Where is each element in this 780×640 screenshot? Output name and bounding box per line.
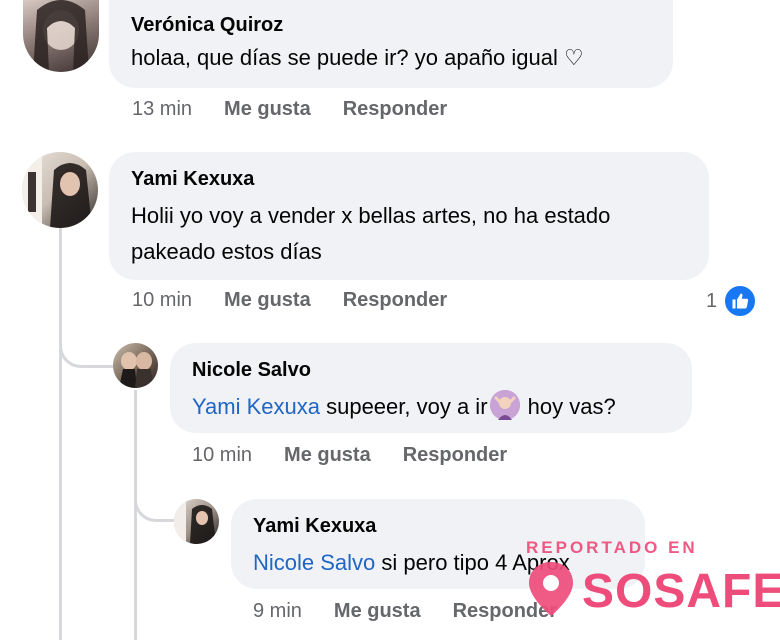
thread-curve-reply-1 [59,320,115,368]
like-button[interactable]: Me gusta [224,98,311,121]
comment-text-part: hoy vas? [521,394,616,419]
watermark-logo: SOSAFE [526,560,780,623]
avatar[interactable] [174,499,219,544]
watermark-brand-text: SOSAFE [582,564,780,618]
like-thumb-icon [723,284,758,318]
mention-link[interactable]: Nicole Salvo [253,550,375,575]
like-button[interactable]: Me gusta [224,289,311,312]
comment-text-part: supeeer, voy a ir [319,394,488,419]
avatar-photo-icon [174,499,216,544]
like-button[interactable]: Me gusta [284,444,371,467]
comment-author[interactable]: Yami Kexuxa [131,166,687,192]
avatar-photo-icon [22,152,92,228]
avatar-photo-icon [33,0,89,72]
comment-author[interactable]: Nicole Salvo [192,357,670,383]
comment-actions: 13 min Me gusta Responder [132,98,447,121]
thread-line-reply [134,390,137,640]
reaction-summary[interactable]: 1 [706,284,758,318]
watermark-tagline: REPORTADO EN [526,538,698,557]
comment-text-line: pakeado estos días [131,239,322,264]
reply-button[interactable]: Responder [343,98,447,121]
comment-actions: 10 min Me gusta Responder [192,444,507,467]
location-pin-icon [526,560,576,623]
thread-line-main [59,228,62,640]
comment-timestamp[interactable]: 10 min [192,444,252,467]
comment-text: holaa, que días se puede ir? yo apaño ig… [131,45,584,70]
comment-actions: 9 min Me gusta Responder [253,600,557,623]
comment-bubble: Yami Kexuxa Holii yo voy a vender x bell… [109,152,709,280]
comment-text: Yami Kexuxa supeeer, voy a ir hoy vas? [192,389,670,425]
comment-actions: 10 min Me gusta Responder [132,289,447,312]
avatar-photo-icon [119,352,153,388]
thread-curve-reply-2 [134,480,176,522]
comment-timestamp[interactable]: 10 min [132,289,192,312]
reply-button[interactable]: Responder [343,289,447,312]
comment-text-line: Holii yo voy a vender x bellas artes, no… [131,203,611,228]
comment-author[interactable]: Yami Kexuxa [253,513,623,539]
comment-bubble: Nicole Salvo Yami Kexuxa supeeer, voy a … [170,343,692,433]
comment-timestamp[interactable]: 13 min [132,98,192,121]
comment-timestamp[interactable]: 9 min [253,600,302,623]
comment-bubble: Verónica Quiroz holaa, que días se puede… [109,0,673,88]
like-button[interactable]: Me gusta [334,600,421,623]
comment-author[interactable]: Verónica Quiroz [131,12,651,38]
mention-link[interactable]: Yami Kexuxa [192,394,320,419]
person-gesturing-no-emoji [489,390,520,421]
avatar[interactable] [23,0,99,72]
reaction-count: 1 [706,289,718,312]
reply-button[interactable]: Responder [403,444,507,467]
avatar[interactable] [113,343,158,388]
avatar[interactable] [22,152,98,228]
